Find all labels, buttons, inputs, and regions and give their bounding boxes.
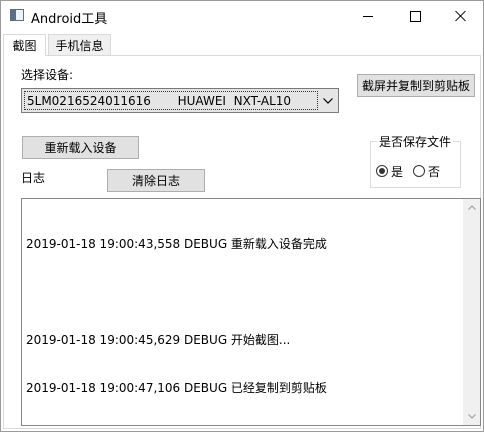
device-select[interactable]: 5LM0216524011616 HUAWEI NXT-AL10 bbox=[21, 88, 339, 113]
log-textarea[interactable]: 2019-01-18 19:00:43,558 DEBUG 重新载入设备完成 2… bbox=[21, 198, 481, 426]
log-line: 2019-01-18 19:00:43,558 DEBUG 重新载入设备完成 bbox=[26, 237, 327, 251]
tab-bar: 截图 手机信息 bbox=[1, 34, 483, 56]
save-file-group: 是否保存文件 是 否 bbox=[370, 133, 461, 188]
close-button[interactable] bbox=[438, 1, 484, 31]
tab-phone-info[interactable]: 手机信息 bbox=[48, 34, 111, 55]
log-label: 日志 bbox=[21, 171, 46, 185]
save-file-group-title: 是否保存文件 bbox=[377, 133, 454, 150]
tab-screenshot[interactable]: 截图 bbox=[3, 34, 46, 56]
clear-log-button[interactable]: 清除日志 bbox=[107, 169, 205, 192]
device-select-value: 5LM0216524011616 HUAWEI NXT-AL10 bbox=[24, 91, 318, 110]
log-content: 2019-01-18 19:00:43,558 DEBUG 重新载入设备完成 2… bbox=[26, 204, 456, 428]
minimize-button[interactable] bbox=[345, 1, 391, 31]
log-scrollbar[interactable] bbox=[463, 199, 480, 425]
reload-devices-button[interactable]: 重新载入设备 bbox=[22, 136, 139, 159]
save-yes-label[interactable]: 是 bbox=[391, 163, 403, 180]
log-line: 2019-01-18 19:00:47,106 DEBUG 已经复制到剪贴板 bbox=[26, 381, 327, 395]
capture-copy-button[interactable]: 截屏并复制到剪贴板 bbox=[357, 74, 475, 97]
save-yes-radio[interactable] bbox=[376, 165, 388, 177]
app-window: Android工具 截图 手机信息 选择设备: 5LM0216524011616… bbox=[0, 0, 484, 432]
minimize-icon bbox=[363, 15, 373, 17]
maximize-icon bbox=[409, 10, 421, 22]
log-line: 2019-01-18 19:00:45,629 DEBUG 开始截图... bbox=[26, 333, 291, 347]
scroll-up-arrow-icon[interactable] bbox=[463, 199, 480, 216]
scroll-down-arrow-icon[interactable] bbox=[463, 408, 480, 425]
chevron-down-icon bbox=[323, 97, 333, 105]
title-bar[interactable]: Android工具 bbox=[1, 1, 483, 31]
device-label: 选择设备: bbox=[21, 68, 74, 82]
app-icon bbox=[10, 9, 24, 21]
save-no-radio[interactable] bbox=[413, 165, 425, 177]
maximize-button[interactable] bbox=[392, 1, 438, 31]
save-no-label[interactable]: 否 bbox=[428, 163, 440, 180]
close-icon bbox=[455, 10, 467, 22]
window-title: Android工具 bbox=[31, 12, 108, 27]
